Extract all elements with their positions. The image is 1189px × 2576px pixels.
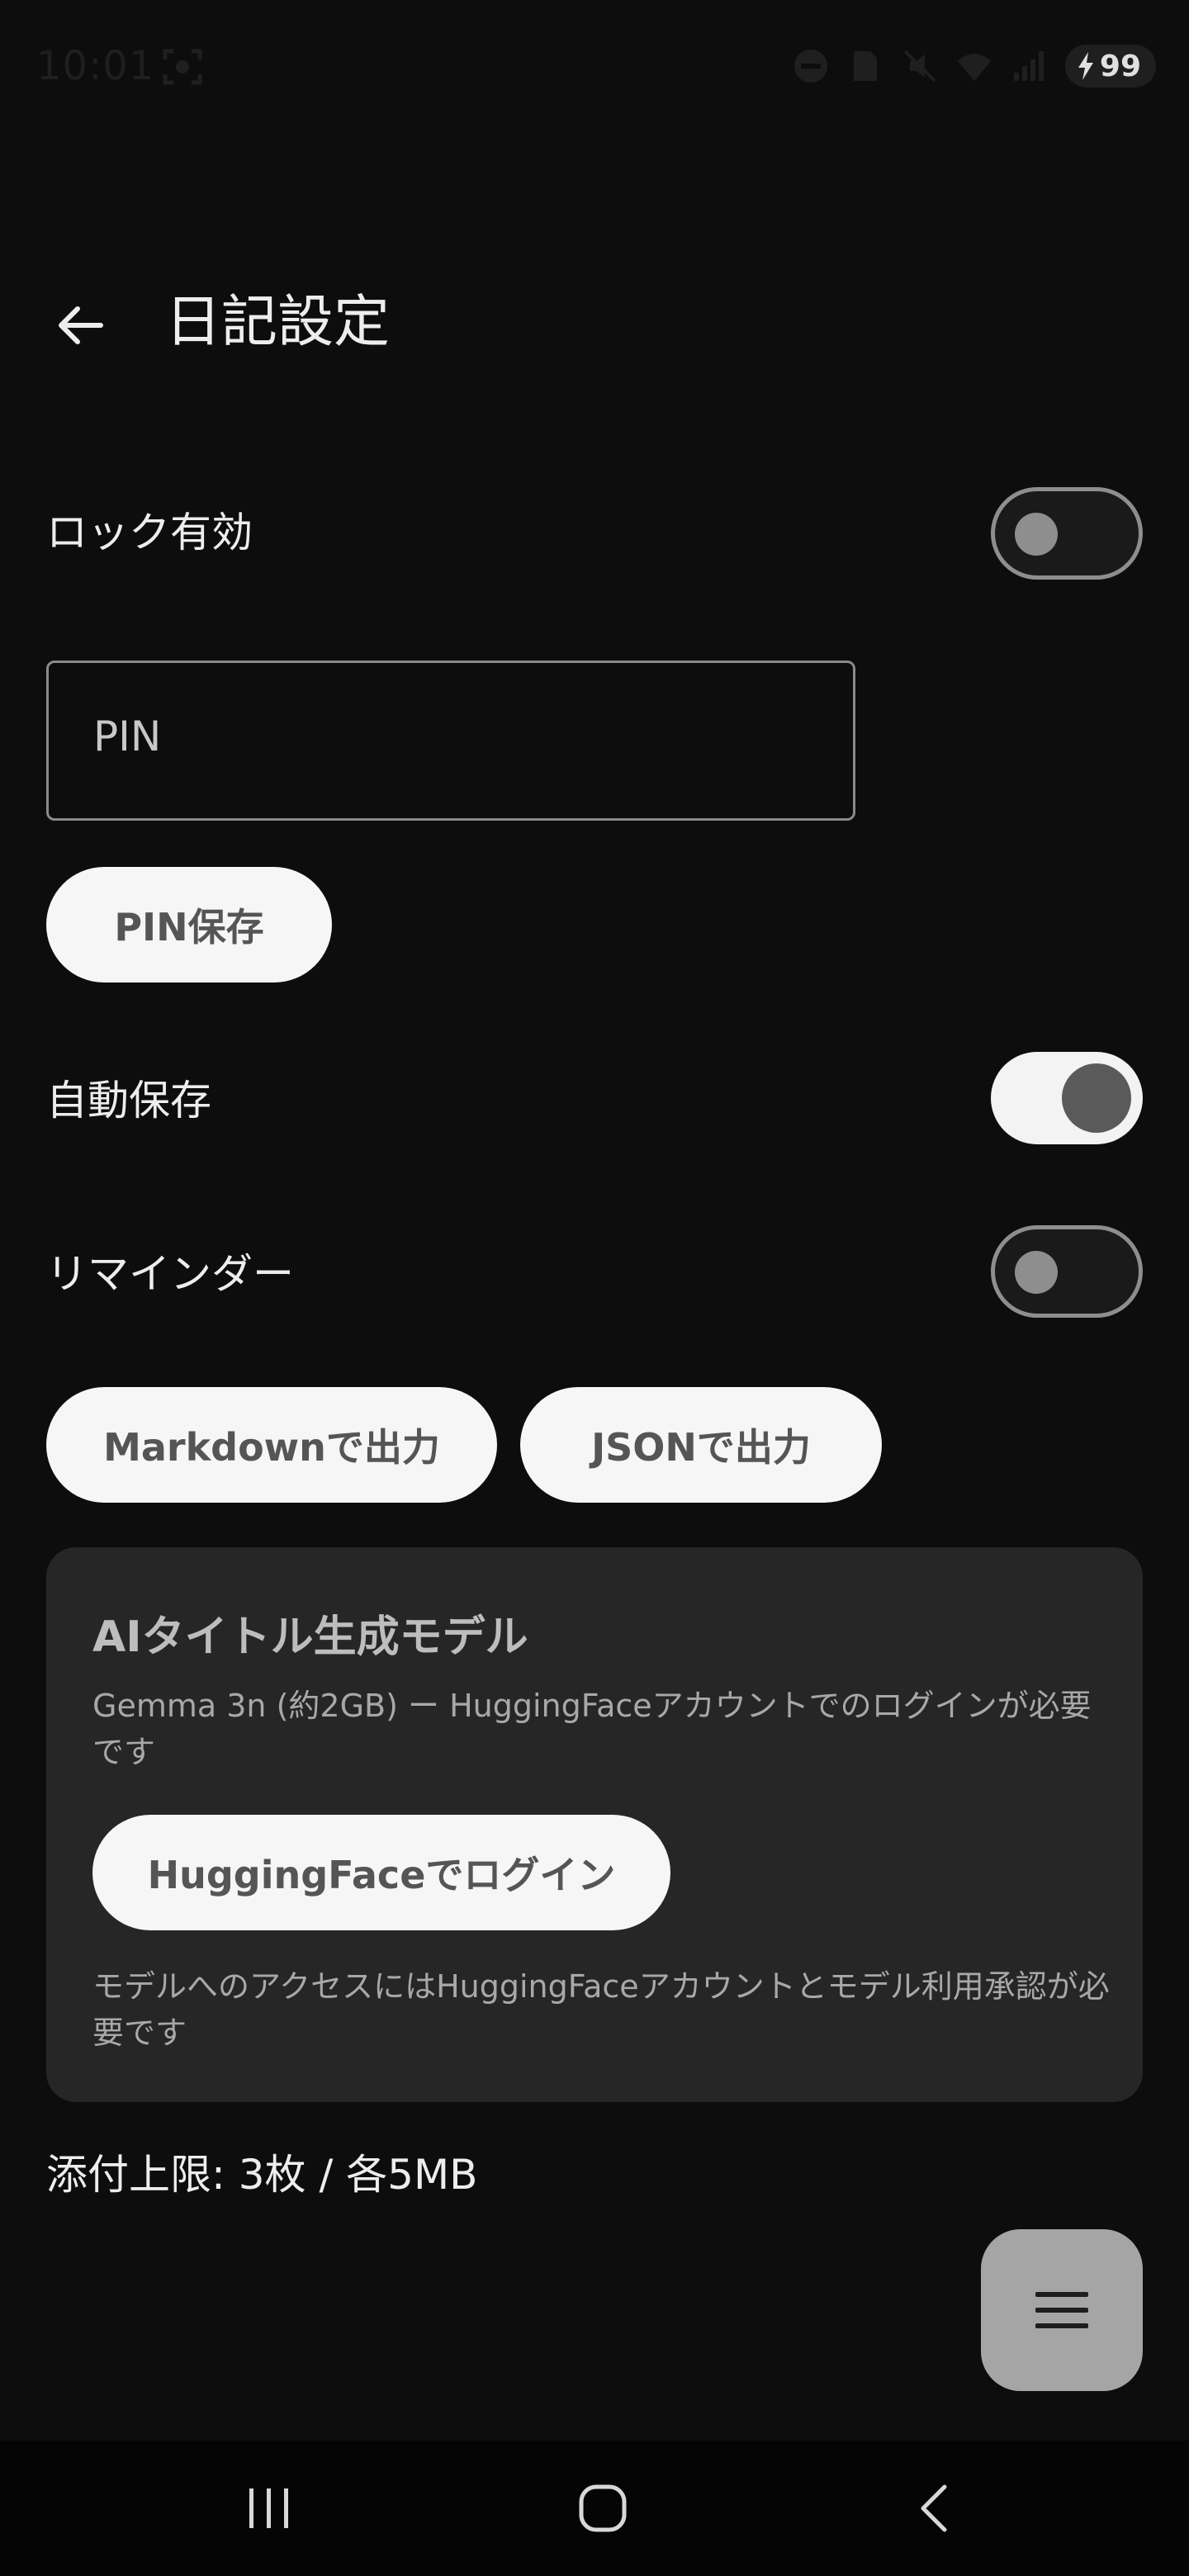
mute-icon xyxy=(903,50,936,83)
autosave-label: 自動保存 xyxy=(46,1077,211,1125)
lock-switch[interactable] xyxy=(991,487,1143,580)
status-time: 10:01 xyxy=(36,43,155,89)
system-nav-bar xyxy=(0,2441,1189,2576)
ai-card-note: モデルへのアクセスにはHuggingFaceアカウントとモデル利用承認が必要です xyxy=(92,1968,1110,2051)
home-icon xyxy=(579,2484,627,2532)
status-bar: 10:01 99 xyxy=(0,0,1189,132)
ai-model-card: AIタイトル生成モデル Gemma 3n (約2GB) ー HuggingFac… xyxy=(46,1547,1143,2102)
reminder-switch[interactable] xyxy=(991,1225,1143,1318)
battery-indicator: 99 xyxy=(1064,45,1156,88)
screenshot-icon xyxy=(163,49,202,85)
page-title: 日記設定 xyxy=(165,290,391,355)
sim-icon xyxy=(853,51,877,81)
attachment-limit: 添付上限: 3枚 / 各5MB xyxy=(46,2151,478,2199)
recent-apps-icon xyxy=(249,2488,288,2528)
pin-placeholder: PIN xyxy=(93,713,162,760)
recent-apps-button[interactable] xyxy=(220,2459,319,2558)
huggingface-login-button[interactable]: HuggingFaceでログイン xyxy=(92,1815,670,1930)
export-json-button[interactable]: JSONで出力 xyxy=(520,1387,882,1503)
charging-icon xyxy=(1078,52,1093,80)
switch-knob xyxy=(1062,1063,1131,1133)
ai-card-description: Gemma 3n (約2GB) ー HuggingFaceアカウントでのログイン… xyxy=(92,1688,1092,1770)
ai-card-title: AIタイトル生成モデル xyxy=(92,1612,528,1662)
menu-icon xyxy=(1035,2292,1088,2328)
reminder-label: リマインダー xyxy=(46,1250,294,1298)
pin-save-button[interactable]: PIN保存 xyxy=(46,867,332,983)
export-markdown-button[interactable]: Markdownで出力 xyxy=(46,1387,497,1503)
autosave-switch[interactable] xyxy=(991,1052,1143,1144)
switch-knob xyxy=(1015,1251,1058,1294)
switch-knob xyxy=(1015,513,1058,556)
signal-icon xyxy=(1013,51,1044,81)
arrow-left-icon xyxy=(59,306,103,344)
back-button[interactable] xyxy=(46,291,116,360)
home-button[interactable] xyxy=(553,2459,652,2558)
battery-level: 99 xyxy=(1099,49,1141,83)
lock-label: ロック有効 xyxy=(46,509,253,556)
dnd-icon xyxy=(793,50,827,83)
wifi-icon xyxy=(957,54,991,81)
menu-fab[interactable] xyxy=(981,2229,1143,2391)
status-icons: 99 xyxy=(793,43,1156,89)
back-icon xyxy=(921,2484,947,2532)
nav-back-button[interactable] xyxy=(885,2459,984,2558)
pin-input[interactable]: PIN xyxy=(46,661,855,821)
